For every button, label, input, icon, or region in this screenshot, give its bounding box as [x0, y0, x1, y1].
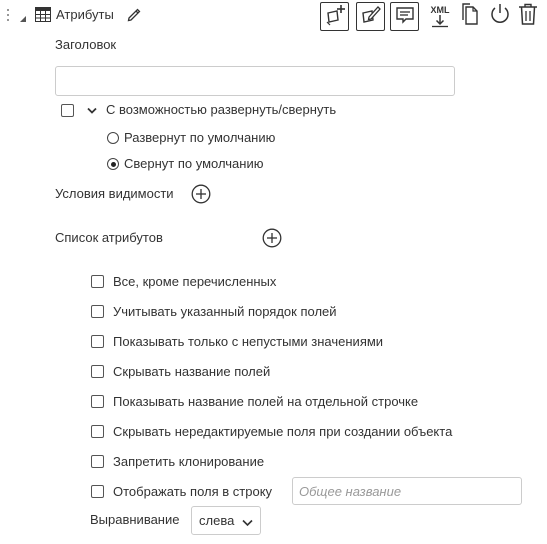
option-label-hide-field-names: Скрывать название полей — [113, 364, 271, 379]
option-label-names-separate-line: Показывать название полей на отдельной с… — [113, 394, 419, 409]
option-label-no-clone: Запретить клонирование — [113, 454, 265, 469]
alignment-select[interactable]: слева — [191, 506, 261, 535]
add-attribute-icon[interactable] — [262, 228, 282, 248]
delete-button[interactable] — [515, 2, 541, 28]
collapsed-default-label: Свернут по умолчанию — [124, 156, 264, 171]
option-checkbox-hide-field-names[interactable] — [91, 365, 104, 378]
comment-icon — [394, 4, 416, 29]
trash-icon — [517, 2, 539, 29]
collapsible-checkbox[interactable] — [61, 104, 74, 117]
add-visibility-condition-icon[interactable] — [191, 184, 211, 204]
chevron-down-icon — [241, 516, 254, 531]
xml-download-button[interactable]: XML — [427, 2, 453, 28]
option-checkbox-hide-readonly[interactable] — [91, 425, 104, 438]
table-icon — [35, 7, 51, 22]
expanded-default-label: Развернут по умолчанию — [124, 130, 276, 145]
option-checkbox-field-order[interactable] — [91, 305, 104, 318]
block-title: Атрибуты — [56, 7, 114, 22]
alignment-value: слева — [199, 513, 235, 528]
copy-button[interactable] — [457, 2, 483, 28]
add-block-icon — [324, 4, 346, 29]
option-label-non-empty: Показывать только с непустыми значениями — [113, 334, 384, 349]
add-block-button[interactable] — [320, 2, 349, 31]
title-label: Заголовок — [55, 37, 117, 52]
option-label-hide-readonly: Скрывать нередактируемые поля при создан… — [113, 424, 453, 439]
option-label-field-order: Учитывать указанный порядок полей — [113, 304, 337, 319]
collapsible-label: С возможностью развернуть/свернуть — [106, 102, 337, 117]
collapsed-default-radio[interactable] — [107, 158, 119, 170]
option-checkbox-no-clone[interactable] — [91, 455, 104, 468]
edit-title-icon[interactable] — [126, 6, 143, 23]
common-name-input[interactable]: Общее название — [292, 477, 522, 505]
collapse-triangle-icon[interactable] — [19, 11, 27, 22]
power-button[interactable] — [487, 2, 513, 28]
option-label-inline-fields: Отображать поля в строку — [113, 484, 273, 499]
edit-block-button[interactable] — [356, 2, 385, 31]
option-checkbox-non-empty[interactable] — [91, 335, 104, 348]
attributes-list-label: Список атрибутов — [55, 230, 163, 245]
chevron-down-icon[interactable] — [86, 104, 98, 114]
visibility-label: Условия видимости — [55, 186, 174, 201]
power-icon — [488, 2, 512, 29]
option-checkbox-all-except[interactable] — [91, 275, 104, 288]
option-label-all-except: Все, кроме перечисленных — [113, 274, 277, 289]
alignment-label: Выравнивание — [90, 512, 180, 527]
option-checkbox-inline-fields[interactable] — [91, 485, 104, 498]
copy-icon — [459, 2, 481, 29]
option-checkbox-names-separate-line[interactable] — [91, 395, 104, 408]
comment-button[interactable] — [390, 2, 419, 31]
common-name-placeholder: Общее название — [299, 484, 402, 499]
xml-label: XML — [431, 5, 451, 15]
title-input[interactable] — [55, 66, 455, 96]
edit-block-icon — [360, 4, 382, 29]
expanded-default-radio[interactable] — [107, 132, 119, 144]
drag-handle-icon[interactable] — [5, 8, 11, 22]
